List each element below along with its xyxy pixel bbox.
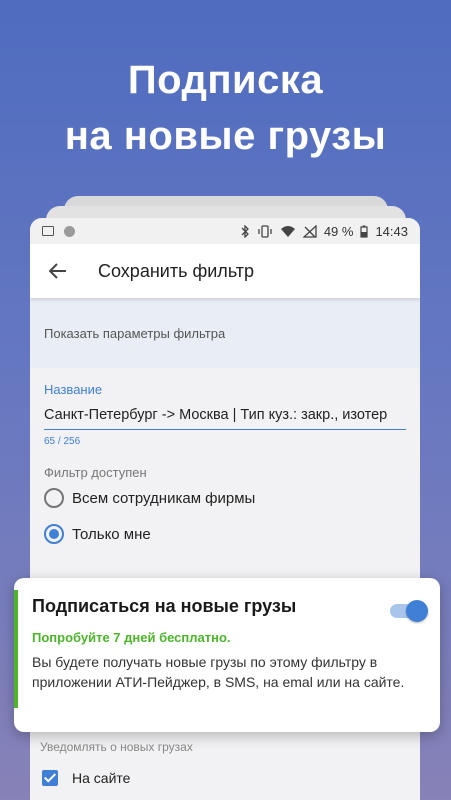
clock: 14:43 xyxy=(375,223,408,239)
circle-icon xyxy=(64,225,75,237)
back-button[interactable] xyxy=(44,257,72,285)
checkbox[interactable] xyxy=(42,770,58,786)
bluetooth-icon xyxy=(241,224,249,238)
headline-line-1: Подписка xyxy=(127,58,324,102)
subscribe-card: Подписаться на новые грузы Попробуйте 7 … xyxy=(14,578,440,732)
headline-line-2: на новые грузы xyxy=(64,114,387,158)
wifi-icon xyxy=(280,225,295,237)
name-char-counter: 65 / 256 xyxy=(44,436,81,447)
subscribe-toggle[interactable] xyxy=(386,598,430,622)
toggle-thumb xyxy=(406,600,428,622)
notify-site-option[interactable]: На сайте xyxy=(42,770,130,786)
subscribe-title: Подписаться на новые грузы xyxy=(32,596,297,616)
page-title: Сохранить фильтр xyxy=(98,260,255,281)
notify-label: Уведомлять о новых грузах xyxy=(40,740,193,754)
battery-level: 49 % xyxy=(323,223,354,239)
status-bar: 49 % 14:43 xyxy=(30,218,420,244)
trial-text: Попробуйте 7 дней бесплатно. xyxy=(32,630,231,645)
accent-bar xyxy=(14,590,18,708)
show-filter-params-button[interactable]: Показать параметры фильтра xyxy=(30,298,420,368)
checkbox-label: На сайте xyxy=(72,770,131,786)
radio-button[interactable] xyxy=(44,488,64,508)
name-field-block: Название Санкт-Петербург -> Москва | Тип… xyxy=(30,368,420,447)
radio-label: Только мне xyxy=(72,525,151,543)
name-input[interactable]: Санкт-Петербург -> Москва | Тип куз.: за… xyxy=(44,403,406,430)
radio-button[interactable] xyxy=(44,524,64,544)
image-icon xyxy=(42,226,54,236)
access-label: Фильтр доступен xyxy=(44,465,147,480)
radio-all-employees[interactable]: Всем сотрудникам фирмы xyxy=(30,480,420,516)
battery-icon xyxy=(360,225,369,238)
promo-headline: Подписка на новые грузы xyxy=(0,52,451,164)
name-field-label: Название xyxy=(44,382,103,397)
arrow-left-icon xyxy=(49,263,66,279)
vibrate-icon xyxy=(258,224,272,238)
radio-label: Всем сотрудникам фирмы xyxy=(72,489,256,507)
signal-icon xyxy=(302,224,317,238)
app-toolbar: Сохранить фильтр xyxy=(30,244,420,298)
subscribe-description: Вы будете получать новые грузы по этому … xyxy=(32,654,405,690)
radio-only-me[interactable]: Только мне xyxy=(30,516,420,552)
